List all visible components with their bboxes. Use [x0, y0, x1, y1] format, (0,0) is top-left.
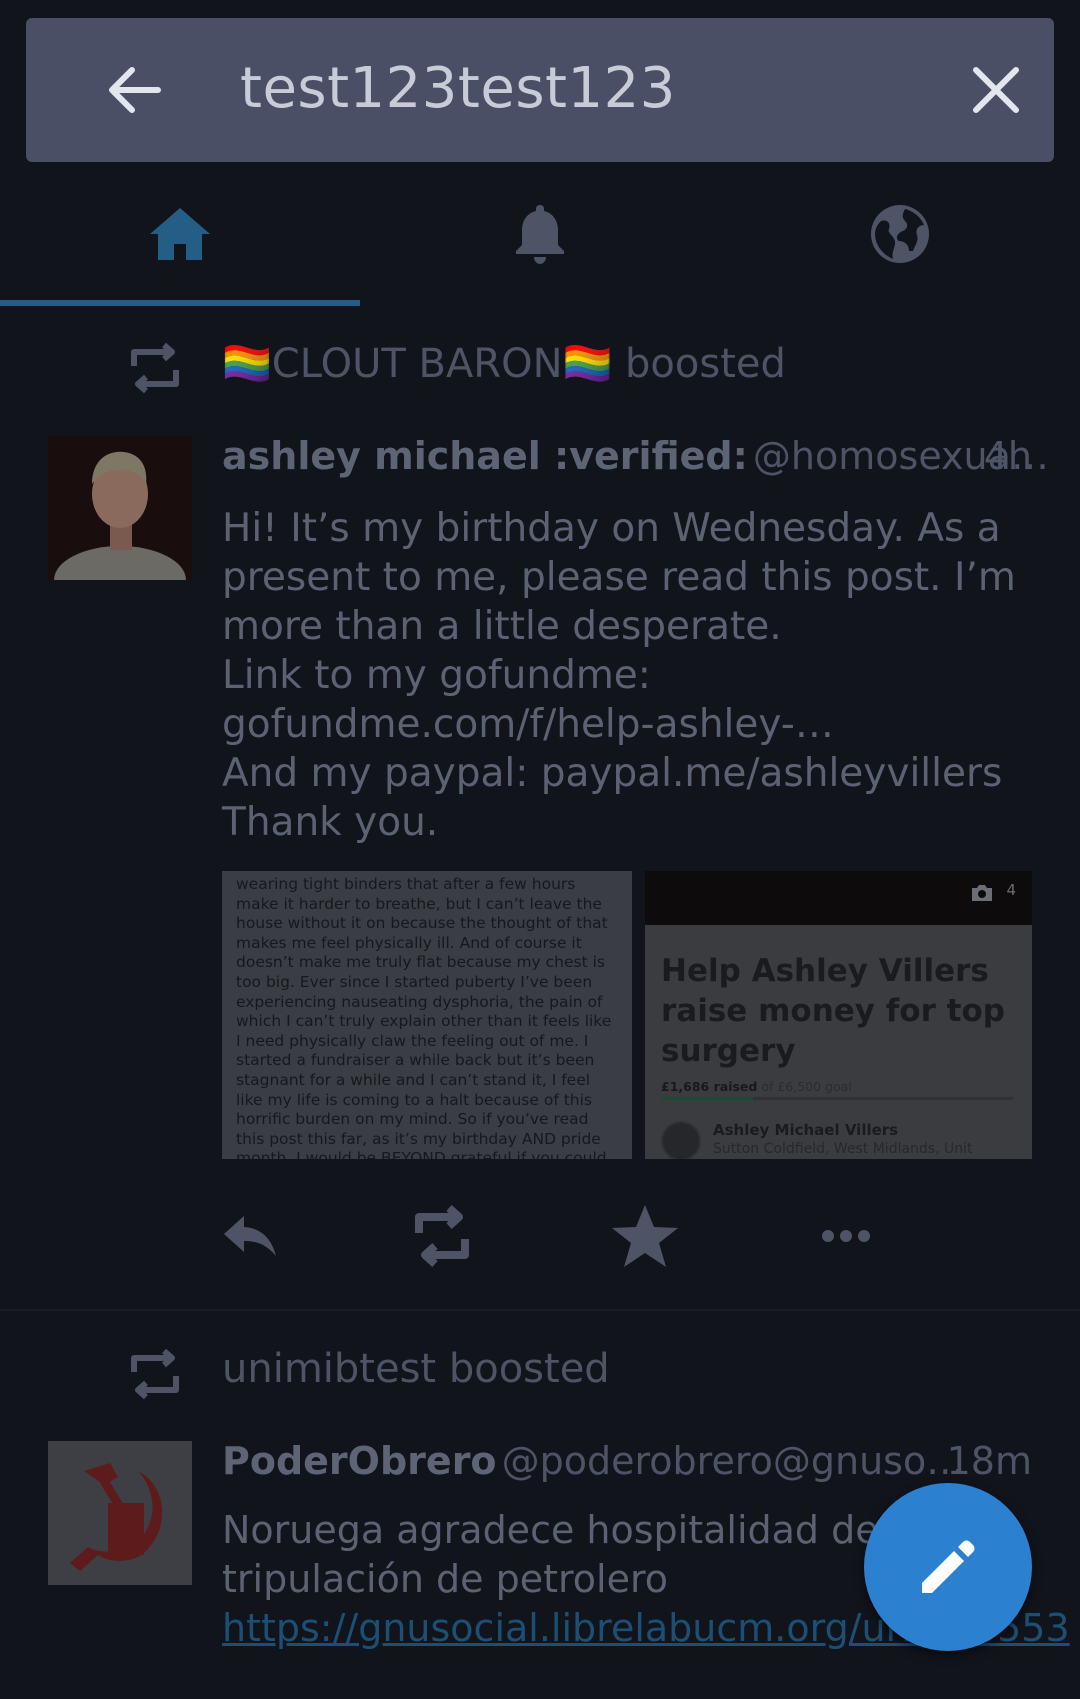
boost-icon [415, 1205, 469, 1267]
timestamp: 18m [946, 1439, 1032, 1483]
media-count: 4 [1006, 881, 1016, 899]
tab-notifications[interactable] [360, 162, 720, 306]
favourite-button[interactable] [605, 1196, 685, 1276]
boost-button[interactable] [402, 1196, 482, 1276]
bell-icon [516, 205, 564, 264]
status-actions [222, 1196, 1032, 1276]
organizer-avatar [661, 1121, 701, 1159]
status-content: Hi! It’s my birthday on Wednesday. As a … [222, 504, 1032, 847]
media-attachment-text-screenshot[interactable]: wearing tight binders that after a few h… [222, 871, 632, 1159]
boost-icon [126, 1348, 184, 1400]
boost-row: 🏳️‍🌈CLOUT BARON🏳️‍🌈 boosted [0, 320, 1080, 416]
compose-button[interactable] [864, 1483, 1032, 1651]
display-name[interactable]: ashley michael :verified: [222, 434, 748, 478]
boost-icon [126, 342, 184, 394]
home-icon [150, 208, 210, 260]
search-bar: test123test123 [26, 18, 1054, 162]
booster-name[interactable]: 🏳️‍🌈CLOUT BARON🏳️‍🌈 [222, 341, 612, 387]
fundraiser-title: Help Ashley Villers raise money for top … [661, 953, 1005, 1069]
reply-icon [224, 1216, 276, 1256]
status-line[interactable]: And my paypal: paypal.me/ashleyvillers [222, 749, 1032, 798]
media-attachment-gofundme[interactable]: 4 Help Ashley Villers raise money for to… [645, 871, 1032, 1159]
status-header: ashley michael :verified: @homosexua… 4h [222, 434, 1049, 486]
organizer-name: Ashley Michael Villers [713, 1121, 899, 1139]
timestamp: 4h [983, 434, 1032, 478]
fundraiser-progress: £1,686 raised of £6,500 goal [661, 1079, 852, 1094]
camera-icon [972, 885, 992, 901]
goal-amount: of £6,500 goal [761, 1079, 852, 1094]
boost-label: 🏳️‍🌈CLOUT BARON🏳️‍🌈 boosted [222, 340, 786, 387]
globe-icon [871, 205, 929, 263]
avatar[interactable] [48, 1441, 192, 1585]
attachment-text: wearing tight binders that after a few h… [236, 875, 612, 1159]
more-icon [822, 1230, 870, 1242]
media-gallery: wearing tight binders that after a few h… [222, 871, 1032, 1159]
back-arrow-icon[interactable] [106, 66, 162, 114]
tab-home[interactable] [0, 162, 360, 306]
boost-suffix: boosted [448, 1346, 610, 1392]
pencil-icon [922, 1540, 975, 1593]
avatar[interactable] [48, 436, 192, 580]
more-button[interactable] [806, 1196, 886, 1276]
booster-name[interactable]: unimibtest [222, 1346, 436, 1392]
raised-amount: £1,686 raised [661, 1079, 758, 1094]
status-line: Hi! It’s my birthday on Wednesday. As a … [222, 506, 1016, 649]
status-line: Thank you. [222, 800, 439, 845]
boost-label: unimibtest boosted [222, 1346, 610, 1392]
timeline-tabs [0, 162, 1080, 306]
progress-bar [661, 1097, 1013, 1100]
reply-button[interactable] [210, 1196, 290, 1276]
attachment-photo-strip: 4 [645, 871, 1032, 925]
status-divider [0, 1309, 1080, 1311]
search-input[interactable]: test123test123 [240, 56, 676, 121]
boost-row: unimibtest boosted [0, 1326, 1080, 1422]
hammer-sickle-icon [48, 1441, 192, 1585]
active-tab-indicator [0, 300, 360, 306]
boost-suffix: boosted [625, 341, 786, 387]
organizer-location: Sutton Coldfield, West Midlands, Unit [713, 1141, 973, 1157]
star-icon [612, 1205, 678, 1267]
account-handle[interactable]: @poderobrero@gnuso… [502, 1439, 965, 1483]
status-header: PoderObrero @poderobrero@gnuso… 18m [222, 1439, 1032, 1491]
status-line[interactable]: Link to my gofundme: gofundme.com/f/help… [222, 651, 1032, 749]
close-icon[interactable] [970, 64, 1022, 116]
progress-fill [661, 1097, 753, 1100]
tab-public[interactable] [720, 162, 1080, 306]
display-name[interactable]: PoderObrero [222, 1439, 497, 1483]
